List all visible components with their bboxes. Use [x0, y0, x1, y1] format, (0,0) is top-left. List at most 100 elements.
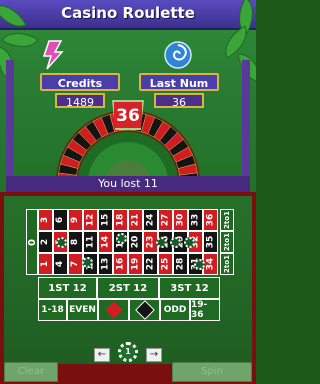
bet-cell-number: 32	[190, 235, 201, 249]
bet-cell-number: 23	[145, 235, 156, 249]
bet-cell-18[interactable]: 18	[113, 209, 128, 231]
bet-odd[interactable]: ODD	[160, 299, 190, 321]
column-bet-bottom[interactable]: 2to1	[220, 253, 234, 275]
bet-cell-16[interactable]: 16	[113, 253, 128, 275]
bet-cell-7[interactable]: 7	[68, 253, 83, 275]
bet-cell-20[interactable]: 20	[128, 231, 143, 253]
bet-cell-number: 24	[145, 213, 156, 227]
bet-cell-number: 36	[205, 213, 216, 227]
bet-cell-6[interactable]: 6	[53, 209, 68, 231]
bet-high[interactable]: 19-36	[190, 299, 220, 321]
bet-cell-14[interactable]: 14	[98, 231, 113, 253]
bet-even[interactable]: EVEN	[67, 299, 98, 321]
bet-cell-31[interactable]: 31	[188, 253, 203, 275]
bet-cell-number: 12	[85, 213, 96, 227]
chip-value-selector[interactable]: 1	[118, 342, 138, 362]
clear-button[interactable]: Clear	[4, 362, 58, 382]
bet-cell-number: 29	[175, 235, 186, 249]
bet-cell-11[interactable]: 11	[83, 231, 98, 253]
bet-cell-number: 20	[130, 235, 141, 249]
credits-label: Credits	[40, 73, 120, 91]
bet-cell-number: 18	[115, 213, 126, 227]
bet-cell-17[interactable]: 17	[113, 231, 128, 253]
bet-cell-number: 33	[190, 213, 201, 227]
result-number-badge: 36	[112, 100, 144, 130]
bet-cell-22[interactable]: 22	[143, 253, 158, 275]
bet-cell-2[interactable]: 2	[38, 231, 53, 253]
top-screen: Casino Roulette Credits 1489 Last Num 36…	[0, 0, 256, 192]
bet-cell-number: 30	[175, 213, 186, 227]
bet-cell-number: 4	[55, 260, 66, 268]
bet-cell-26[interactable]: 26	[158, 231, 173, 253]
bet-cell-5[interactable]: 5	[53, 231, 68, 253]
bet-cell-32[interactable]: 32	[188, 231, 203, 253]
bet-cell-number: 2	[40, 238, 51, 246]
dozen-bet-second[interactable]: 2ST 12	[97, 277, 159, 299]
bet-cell-19[interactable]: 19	[128, 253, 143, 275]
bet-cell-35[interactable]: 35	[203, 231, 218, 253]
bet-cell-number: 27	[160, 213, 171, 227]
bet-cell-number: 6	[55, 216, 66, 224]
bet-cell-27[interactable]: 27	[158, 209, 173, 231]
bet-cell-3[interactable]: 3	[38, 209, 53, 231]
bet-cell-24[interactable]: 24	[143, 209, 158, 231]
bet-cell-33[interactable]: 33	[188, 209, 203, 231]
bet-cell-30[interactable]: 30	[173, 209, 188, 231]
bet-cell-number: 14	[100, 235, 111, 249]
bet-cell-number: 26	[160, 235, 171, 249]
column-bet-top[interactable]: 2to1	[220, 209, 234, 231]
frame-pillar-right	[242, 60, 250, 190]
bet-cell-23[interactable]: 23	[143, 231, 158, 253]
bet-cell-zero[interactable]: 0	[26, 209, 38, 275]
bet-cell-4[interactable]: 4	[53, 253, 68, 275]
bet-cell-number: 8	[70, 238, 81, 246]
bet-cell-number: 19	[130, 257, 141, 271]
bet-cell-10[interactable]: 10	[83, 253, 98, 275]
frame-pillar-left	[6, 60, 14, 190]
column-bet-label: 2to1	[223, 211, 231, 229]
bet-black[interactable]	[129, 299, 160, 321]
bet-cell-number: 11	[85, 235, 96, 249]
bet-cell-12[interactable]: 12	[83, 209, 98, 231]
bet-cell-29[interactable]: 29	[173, 231, 188, 253]
bet-cell-8[interactable]: 8	[68, 231, 83, 253]
bet-cell-13[interactable]: 13	[98, 253, 113, 275]
bet-cell-25[interactable]: 25	[158, 253, 173, 275]
column-bet-label: 2to1	[223, 233, 231, 251]
bet-cell-number: 28	[175, 257, 186, 271]
bet-cell-21[interactable]: 21	[128, 209, 143, 231]
dozen-bet-third[interactable]: 3ST 12	[159, 277, 220, 299]
bet-red[interactable]	[98, 299, 129, 321]
game-title: Casino Roulette	[61, 4, 195, 22]
bet-cell-36[interactable]: 36	[203, 209, 218, 231]
status-message: You lost 11	[6, 176, 250, 192]
bet-cell-number: 31	[190, 257, 201, 271]
bet-cell-28[interactable]: 28	[173, 253, 188, 275]
bet-cell-number: 10	[85, 257, 96, 271]
bet-cell-number: 34	[205, 257, 216, 271]
bet-cell-number: 25	[160, 257, 171, 271]
bet-cell-number: 22	[145, 257, 156, 271]
bet-cell-1[interactable]: 1	[38, 253, 53, 275]
bet-cell-number: 5	[55, 238, 66, 246]
bet-cell-number: 16	[115, 257, 126, 271]
bet-cell-15[interactable]: 15	[98, 209, 113, 231]
swirl-icon	[164, 41, 192, 69]
spin-button[interactable]: Spin	[172, 362, 252, 382]
red-diamond-icon	[105, 301, 122, 319]
leaf-decoration	[217, 25, 255, 59]
bet-cell-number: 17	[115, 235, 126, 249]
dozen-bet-first[interactable]: 1ST 12	[38, 277, 97, 299]
bet-cell-number: 13	[100, 257, 111, 271]
last-num-label: Last Num	[139, 73, 219, 91]
black-diamond-icon	[134, 300, 155, 320]
bet-cell-number: 3	[40, 216, 51, 224]
bet-cell-9[interactable]: 9	[68, 209, 83, 231]
prev-chip-arrow[interactable]: ←	[94, 348, 110, 362]
bet-cell-34[interactable]: 34	[203, 253, 218, 275]
next-chip-arrow[interactable]: →	[146, 348, 162, 362]
bet-low[interactable]: 1-18	[38, 299, 67, 321]
bet-cell-number: 35	[205, 235, 216, 249]
column-bet-label: 2to1	[223, 255, 231, 273]
column-bet-middle[interactable]: 2to1	[220, 231, 234, 253]
